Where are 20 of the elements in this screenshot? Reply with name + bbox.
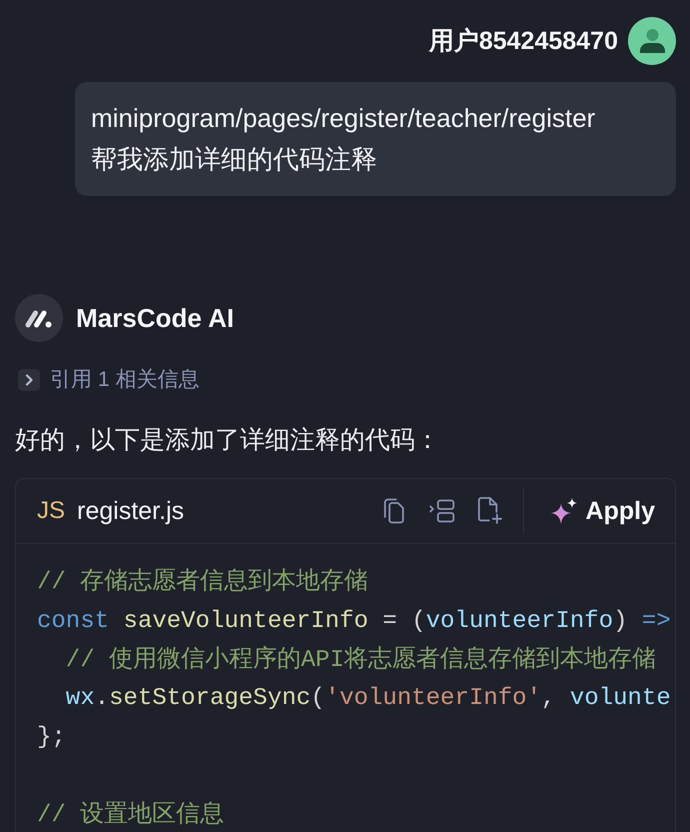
assistant-name: MarsCode AI: [76, 302, 234, 334]
file-name: register.js: [77, 496, 184, 526]
apply-button[interactable]: Apply: [550, 496, 655, 526]
arrow-rows-icon[interactable]: [428, 498, 455, 523]
code-line: };: [37, 724, 66, 752]
code-line: const saveVolunteerInfo = (volunteerInfo) =>: [37, 608, 671, 636]
stripes-logo-icon: [15, 294, 63, 342]
file-plus-icon[interactable]: [476, 497, 503, 524]
code-line: wx.setStorageSync('volunteerInfo', volunte: [64, 685, 671, 714]
message-text: miniprogram/pages/register/teacher/register: [91, 102, 596, 135]
person-avatar-icon: [628, 17, 676, 65]
message-text: 帮我添加详细的代码注释: [91, 143, 378, 176]
sparkle-icon: [550, 498, 577, 524]
user-name: 用户8542458470: [428, 26, 618, 56]
code-line: // 使用微信小程序的API将志愿者信息存储到本地存储: [64, 646, 656, 675]
code-line: // 设置地区信息: [37, 802, 224, 830]
references-toggle[interactable]: 引用 1 相关信息: [18, 369, 200, 391]
code-line: // 存储志愿者信息到本地存储: [37, 568, 368, 597]
language-label: JS: [37, 496, 66, 525]
reply-text: 好的，以下是添加了详细注释的代码：: [15, 425, 441, 456]
